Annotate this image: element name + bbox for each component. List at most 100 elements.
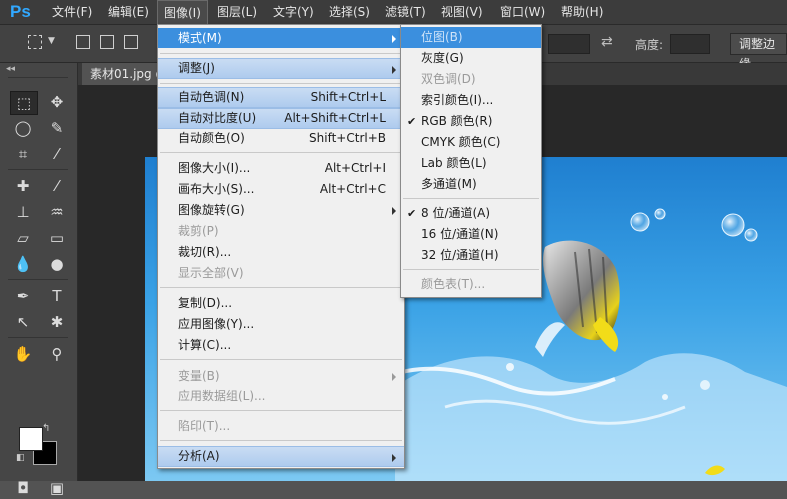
menu-image[interactable]: 图像(I)	[157, 0, 208, 24]
menu-item-grayscale[interactable]: 灰度(G)	[401, 48, 541, 69]
gradient-icon[interactable]: ▭	[44, 227, 70, 249]
menu-item-duplicate[interactable]: 复制(D)...	[158, 293, 404, 314]
default-colors-icon[interactable]: ◧	[16, 453, 25, 463]
submenu-arrow-icon	[392, 454, 396, 462]
menu-item-label: 调整(J)	[178, 61, 215, 75]
eyedropper-icon[interactable]: ⁄	[44, 143, 70, 165]
menu-item-label: 自动颜色(O)	[178, 131, 245, 145]
menu-item-trap[interactable]: 陷印(T)...	[158, 416, 404, 437]
divider	[8, 77, 68, 78]
menu-item-image-rotation[interactable]: 图像旋转(G)	[158, 200, 404, 221]
menu-separator	[160, 440, 402, 441]
crop-tool-icon[interactable]: ⌗	[10, 143, 36, 165]
type-tool-icon[interactable]: T	[44, 285, 70, 307]
menu-separator	[160, 359, 402, 360]
menu-item-apply-data-set[interactable]: 应用数据组(L)...	[158, 386, 404, 407]
checkmark-icon: ✔	[407, 207, 417, 220]
menu-item-label: 裁剪(P)	[178, 224, 219, 238]
menu-layer[interactable]: 图层(L)	[217, 0, 257, 24]
menu-item-image-size[interactable]: 图像大小(I)... Alt+Ctrl+I	[158, 158, 404, 179]
refine-edge-button[interactable]: 调整边缘	[730, 33, 787, 71]
menu-item-shortcut: Alt+Ctrl+C	[319, 182, 386, 196]
menu-item-multichannel[interactable]: 多通道(M)	[401, 174, 541, 195]
quick-selection-icon[interactable]: ✎	[44, 117, 70, 139]
marquee-tool-icon[interactable]: ⬚	[10, 91, 38, 115]
menu-item-bitmap[interactable]: 位图(B)	[401, 27, 541, 48]
swap-colors-icon[interactable]: ↰	[42, 423, 50, 434]
path-selection-icon[interactable]: ↖	[10, 311, 36, 333]
width-field[interactable]	[548, 34, 590, 54]
menu-bar: Ps 文件(F) 编辑(E) 图像(I) 图层(L) 文字(Y) 选择(S) 滤…	[0, 0, 787, 25]
new-selection-icon[interactable]	[76, 35, 90, 49]
menu-item-calculations[interactable]: 计算(C)...	[158, 335, 404, 356]
menu-item-lab-color[interactable]: Lab 颜色(L)	[401, 153, 541, 174]
menu-filter[interactable]: 滤镜(T)	[385, 0, 426, 24]
menu-item-32-bit[interactable]: 32 位/通道(H)	[401, 245, 541, 266]
menu-item-apply-image[interactable]: 应用图像(Y)...	[158, 314, 404, 335]
eraser-icon[interactable]: ▱	[10, 227, 36, 249]
menu-item-label: 模式(M)	[178, 31, 222, 45]
menu-separator	[160, 53, 402, 54]
custom-shape-icon[interactable]: ✱	[44, 311, 70, 333]
menu-item-label: Lab 颜色(L)	[421, 156, 487, 170]
menu-select[interactable]: 选择(S)	[329, 0, 370, 24]
menu-item-crop[interactable]: 裁剪(P)	[158, 221, 404, 242]
move-tool-icon[interactable]: ✥	[44, 91, 70, 113]
menu-item-label: 图像旋转(G)	[178, 203, 245, 217]
divider	[8, 169, 68, 170]
menu-item-shortcut: Shift+Ctrl+B	[309, 131, 386, 145]
menu-separator	[160, 410, 402, 411]
menu-item-indexed-color[interactable]: 索引颜色(I)...	[401, 90, 541, 111]
menu-file[interactable]: 文件(F)	[52, 0, 92, 24]
menu-item-label: 双色调(D)	[421, 72, 476, 86]
foreground-color-swatch[interactable]	[19, 427, 43, 451]
menu-view[interactable]: 视图(V)	[441, 0, 483, 24]
marquee-preset-icon[interactable]	[28, 35, 42, 49]
menu-item-label: 图像大小(I)...	[178, 161, 251, 175]
dodge-tool-icon[interactable]: ●	[44, 253, 70, 275]
swap-icon[interactable]: ⇄	[601, 34, 613, 50]
menu-item-rgb-color[interactable]: ✔ RGB 颜色(R)	[401, 111, 541, 132]
collapse-icon[interactable]: ◂◂	[6, 64, 15, 74]
menu-item-auto-tone[interactable]: 自动色调(N) Shift+Ctrl+L	[158, 87, 404, 108]
menu-item-label: 颜色表(T)...	[421, 277, 486, 291]
menu-item-auto-contrast[interactable]: 自动对比度(U) Alt+Shift+Ctrl+L	[158, 108, 404, 129]
photoshop-logo: Ps	[10, 2, 31, 21]
clone-stamp-icon[interactable]: ⊥	[10, 201, 36, 223]
menu-item-mode[interactable]: 模式(M)	[158, 28, 404, 48]
menu-item-label: 复制(D)...	[178, 296, 233, 310]
quick-mask-icon[interactable]: ◘	[10, 477, 36, 499]
menu-help[interactable]: 帮助(H)	[561, 0, 603, 24]
menu-item-shortcut: Shift+Ctrl+L	[310, 90, 386, 104]
chevron-down-icon[interactable]: ▼	[48, 36, 55, 46]
pen-tool-icon[interactable]: ✒	[10, 285, 36, 307]
menu-item-8-bit[interactable]: ✔ 8 位/通道(A)	[401, 203, 541, 224]
menu-item-16-bit[interactable]: 16 位/通道(N)	[401, 224, 541, 245]
menu-item-color-table[interactable]: 颜色表(T)...	[401, 274, 541, 295]
subtract-selection-icon[interactable]	[124, 35, 138, 49]
menu-item-duotone[interactable]: 双色调(D)	[401, 69, 541, 90]
menu-item-variables[interactable]: 变量(B)	[158, 366, 404, 387]
menu-item-analysis[interactable]: 分析(A)	[158, 446, 404, 467]
brush-tool-icon[interactable]: ⁄	[44, 175, 70, 197]
menu-item-adjustments[interactable]: 调整(J)	[158, 58, 404, 79]
blur-tool-icon[interactable]: 💧	[10, 253, 36, 275]
menu-item-label: 计算(C)...	[178, 338, 232, 352]
menu-type[interactable]: 文字(Y)	[273, 0, 314, 24]
menu-item-canvas-size[interactable]: 画布大小(S)... Alt+Ctrl+C	[158, 179, 404, 200]
zoom-tool-icon[interactable]: ⚲	[44, 343, 70, 365]
screen-mode-icon[interactable]: ▣	[44, 477, 70, 499]
lasso-tool-icon[interactable]: ◯	[10, 117, 36, 139]
add-selection-icon[interactable]	[100, 35, 114, 49]
menu-window[interactable]: 窗口(W)	[500, 0, 545, 24]
menu-item-auto-color[interactable]: 自动颜色(O) Shift+Ctrl+B	[158, 128, 404, 149]
hand-tool-icon[interactable]: ✋	[10, 343, 36, 365]
healing-brush-icon[interactable]: ✚	[10, 175, 36, 197]
menu-item-cmyk-color[interactable]: CMYK 颜色(C)	[401, 132, 541, 153]
menu-item-reveal-all[interactable]: 显示全部(V)	[158, 263, 404, 284]
history-brush-icon[interactable]: ♒	[44, 201, 70, 223]
menu-item-label: 多通道(M)	[421, 177, 477, 191]
menu-edit[interactable]: 编辑(E)	[108, 0, 149, 24]
height-field[interactable]	[670, 34, 710, 54]
menu-item-trim[interactable]: 裁切(R)...	[158, 242, 404, 263]
